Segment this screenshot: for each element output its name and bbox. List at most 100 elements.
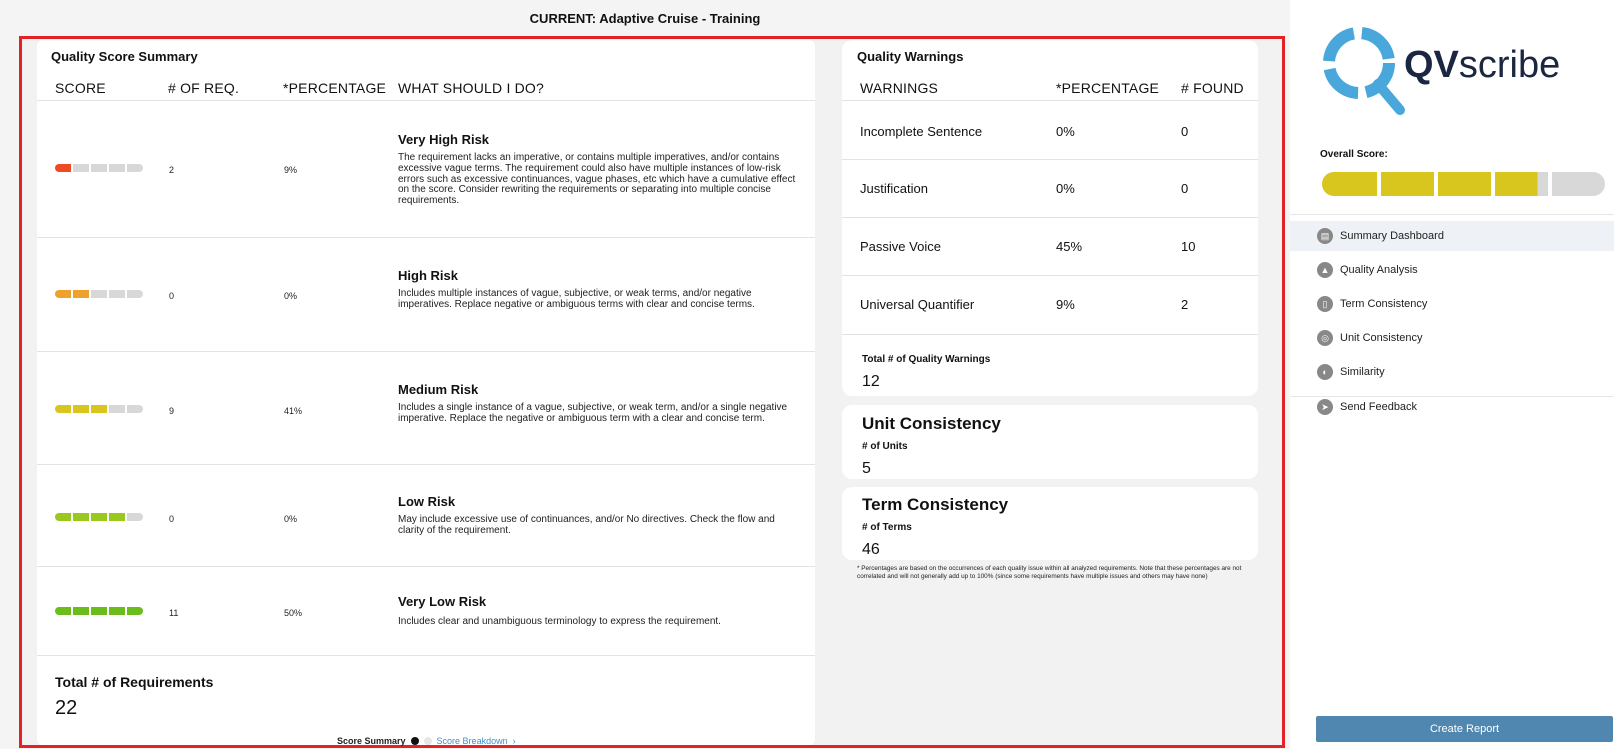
req-percentage: 0% [284,291,298,301]
dashboard-icon: ▤ [1317,228,1333,244]
col-warnings: WARNINGS [860,80,939,96]
risk-description: Includes multiple instances of vague, su… [398,288,755,310]
score-bar-segment [55,405,71,413]
pager-dot-inactive[interactable] [423,737,432,745]
chevron-right-icon[interactable]: › [513,736,516,746]
risk-title: High Risk [398,268,458,283]
col-score: SCORE [55,80,106,96]
score-bar [55,164,143,172]
score-bar-segment [55,290,71,298]
units-value: 5 [862,460,871,477]
score-bar-segment [109,164,125,172]
score-bar-segment [127,607,143,615]
score-bar-segment [91,290,107,298]
sidebar-item-label: Send Feedback [1340,401,1418,413]
score-breakdown-link[interactable]: Score Breakdown [437,736,508,746]
sidebar-item-label: Unit Consistency [1340,332,1423,344]
warning-row: Passive Voice 45% 10 [842,217,1258,276]
pager-dot-active[interactable] [410,737,419,745]
req-percentage: 0% [284,514,298,524]
total-warnings-label: Total # of Quality Warnings [862,354,991,365]
sidebar-item-label: Similarity [1340,366,1385,378]
req-percentage: 9% [284,165,298,175]
sidebar-item-label: Term Consistency [1340,298,1428,310]
sidebar-item-similarity[interactable]: ◐ Similarity [1290,357,1614,387]
document-icon: ▯ [1317,296,1333,312]
warning-percentage: 0% [1056,181,1075,196]
sidebar-item-unit-consistency[interactable]: ◎ Unit Consistency [1290,323,1614,353]
title-bar: CURRENT: Adaptive Cruise - Training [0,0,1290,36]
req-count: 0 [169,514,175,524]
term-consistency-title: Term Consistency [862,495,1009,514]
req-count: 0 [169,291,175,301]
col-percentage: *PERCENTAGE [283,80,387,96]
score-bar-segment [55,513,71,521]
warning-name: Justification [860,181,928,196]
warning-name: Incomplete Sentence [860,124,983,139]
score-bar [55,607,143,615]
col-found: # FOUND [1181,80,1244,96]
score-bar [55,405,143,413]
score-row-very-low: 11 50% Very Low Risk Includes clear and … [37,566,815,656]
total-requirements-label: Total # of Requirements [55,674,214,690]
score-bar-segment [127,513,143,521]
risk-description: May include excessive use of continuance… [398,514,775,536]
similarity-icon: ◐ [1317,364,1333,380]
sidebar-item-label: Quality Analysis [1340,264,1418,276]
percentage-footnote: * Percentages are based on the occurrenc… [857,565,1242,580]
warning-name: Universal Quantifier [860,297,975,312]
overall-score-segment [1381,172,1434,196]
score-bar-segment [109,513,125,521]
sidebar-item-summary-dashboard[interactable]: ▤ Summary Dashboard [1290,221,1614,251]
total-requirements-value: 22 [55,697,78,719]
score-bar-segment [55,607,71,615]
terms-label: # of Terms [862,522,912,533]
score-bar-segment [127,405,143,413]
sidebar-item-quality-analysis[interactable]: ▲ Quality Analysis [1290,255,1614,285]
score-bar-segment [109,405,125,413]
warning-name: Passive Voice [860,239,941,254]
qvscribe-logo-text: QVscribe [1404,44,1560,87]
risk-description: The requirement lacks an imperative, or … [398,152,796,207]
unit-consistency-title: Unit Consistency [862,414,1001,433]
req-count: 2 [169,165,175,175]
create-report-button[interactable]: Create Report [1316,716,1613,742]
score-bar [55,290,143,298]
risk-title: Very High Risk [398,132,490,147]
window-title: CURRENT: Adaptive Cruise - Training [529,11,761,26]
globe-icon: ◎ [1317,330,1333,346]
warning-found: 2 [1181,297,1189,312]
score-bar-segment [73,607,89,615]
risk-title: Very Low Risk [398,594,487,609]
score-row-high: 0 0% High Risk Includes multiple instanc… [37,237,815,352]
score-bar-segment [91,405,107,413]
logo-bold: QV [1404,44,1459,86]
score-bar-segment [55,164,71,172]
units-label: # of Units [862,441,908,452]
risk-title: Low Risk [398,494,456,509]
sidebar-divider [1290,214,1614,215]
warning-found: 0 [1181,124,1189,139]
logo-rest: scribe [1458,44,1561,86]
send-icon: ➤ [1317,399,1333,415]
col-what-should-i-do: WHAT SHOULD I DO? [398,80,545,96]
overall-score-segment [1495,172,1548,196]
pager-current-label: Score Summary [337,736,406,746]
sidebar-item-term-consistency[interactable]: ▯ Term Consistency [1290,289,1614,319]
col-num-req: # OF REQ. [168,80,240,96]
total-warnings-value: 12 [862,373,880,390]
score-bar-segment [73,290,89,298]
terms-value: 46 [862,541,880,558]
req-count: 9 [169,406,175,416]
col-warn-percentage: *PERCENTAGE [1056,80,1160,96]
score-bar-segment [73,164,89,172]
score-bar [55,513,143,521]
score-bar-segment [91,164,107,172]
warning-percentage: 9% [1056,297,1075,312]
warning-row: Universal Quantifier 9% 2 [842,275,1258,335]
score-row-very-high: 2 9% Very High Risk The requirement lack… [37,101,815,238]
sidebar-divider [1290,396,1614,397]
score-bar-segment [109,607,125,615]
warning-found: 10 [1181,239,1196,254]
overall-score-segment [1552,172,1605,196]
